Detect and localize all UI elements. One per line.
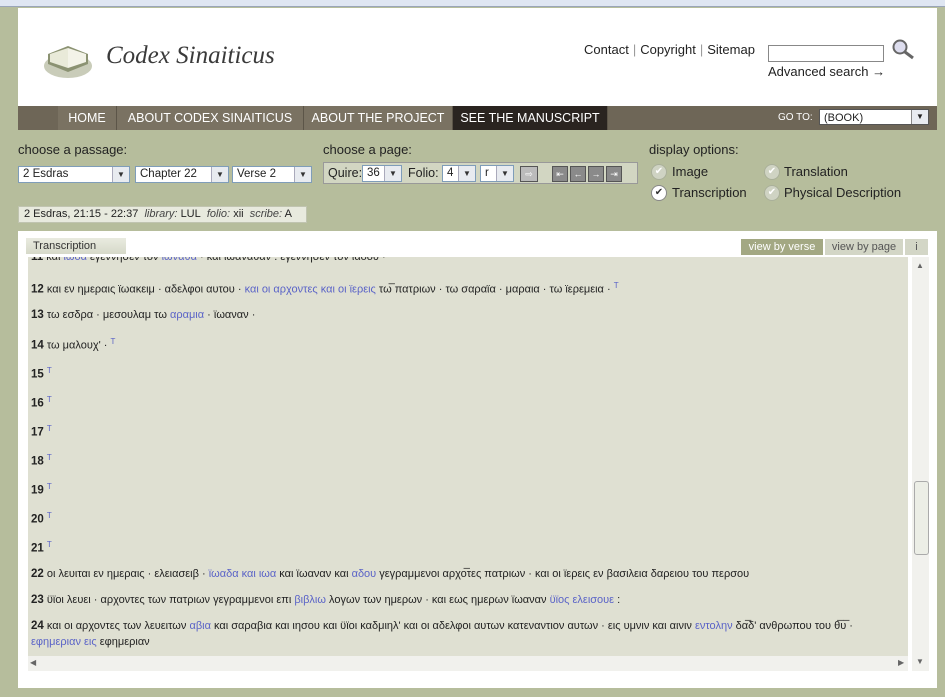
site-header: Codex Sinaiticus Contact | Copyright | Sitem… <box>18 8 937 106</box>
library-label: library: <box>144 208 178 220</box>
chevron-down-icon: ▼ <box>911 110 928 124</box>
chapter-value: Chapter 22 <box>140 168 197 180</box>
site-title[interactable]: Codex Sinaiticus <box>106 42 275 70</box>
page-selector: Quire: 36 ▼ Folio: 4 ▼ r ▼ ⇨ ⇤ ← → ⇥ <box>323 162 638 184</box>
nav-home[interactable]: HOME <box>58 106 117 130</box>
option-translation[interactable]: Translation <box>784 164 848 179</box>
scroll-down-icon[interactable]: ▼ <box>916 657 924 666</box>
main-nav: HOME ABOUT CODEX SINAITICUS ABOUT THE PR… <box>18 106 937 130</box>
library-value: LUL <box>180 208 201 220</box>
option-image[interactable]: Image <box>672 164 708 179</box>
side-value: r <box>485 167 489 179</box>
display-label: display options: <box>649 142 739 157</box>
advanced-search-link[interactable]: Advanced search → <box>768 64 885 79</box>
folio-value: 4 <box>447 167 454 179</box>
quire-select[interactable]: 36 ▼ <box>362 165 402 182</box>
verse-row: 11 και ιωδα εγεννησεν τον ιωναθα · και ι… <box>31 257 386 263</box>
scribe-value: A <box>284 208 292 220</box>
go-button[interactable]: ⇨ <box>520 166 538 182</box>
chevron-down-icon: ▼ <box>112 167 129 182</box>
folio-info-label: folio: <box>206 208 231 220</box>
prev-page-icon[interactable]: ← <box>570 166 586 182</box>
search-icon[interactable] <box>891 38 915 60</box>
panel-title: Transcription <box>26 238 126 254</box>
physical-check-icon[interactable]: ✔ <box>764 185 780 201</box>
image-check-icon[interactable]: ✔ <box>651 164 667 180</box>
verse-row: 20 T <box>31 511 52 526</box>
scroll-right-icon[interactable]: ▶ <box>898 658 904 667</box>
top-links: Contact | Copyright | Sitemap <box>584 42 755 57</box>
chapter-select[interactable]: Chapter 22 ▼ <box>135 166 229 183</box>
chevron-down-icon: ▼ <box>496 166 513 181</box>
nav-see-manuscript[interactable]: SEE THE MANUSCRIPT <box>453 106 608 130</box>
scroll-left-icon[interactable]: ◀ <box>30 658 36 667</box>
verse-row: 21 T <box>31 540 52 555</box>
passage-label: choose a passage: <box>18 142 128 157</box>
scrollbar-thumb[interactable] <box>914 481 929 555</box>
book-value: 2 Esdras <box>23 168 69 180</box>
verse-row: 12 και εν ημεραις ϊωακειμ · αδελφοι αυτο… <box>31 281 619 296</box>
verse-row: 22 οι λευιται εν ημεραις · ελειασειβ · ϊ… <box>31 568 750 580</box>
scribe-label: scribe: <box>249 208 283 220</box>
horizontal-scrollbar[interactable]: ◀ ▶ <box>28 656 908 671</box>
chevron-down-icon: ▼ <box>294 167 311 182</box>
goto-book-select[interactable]: (BOOK) ▼ <box>819 109 929 125</box>
folio-label: Folio: <box>408 166 439 180</box>
vertical-scrollbar[interactable]: ▲ ▼ <box>912 257 929 671</box>
contact-link[interactable]: Contact <box>584 42 629 57</box>
book-logo-icon[interactable] <box>42 36 94 80</box>
nav-about-project[interactable]: ABOUT THE PROJECT <box>304 106 453 130</box>
verse-row: 14 τω μαλουχ' · T <box>31 337 116 352</box>
verse-row: εφημεριαν εις εφημεριαν <box>31 636 150 648</box>
page-label: choose a page: <box>323 142 412 157</box>
verse-select[interactable]: Verse 2 ▼ <box>232 166 312 183</box>
location-info: 2 Esdras, 21:15 - 22:37 library: LUL fol… <box>18 206 307 223</box>
transcription-check-icon[interactable]: ✔ <box>651 185 667 201</box>
book-select[interactable]: 2 Esdras ▼ <box>18 166 130 183</box>
verse-row: 16 T <box>31 395 52 410</box>
side-select[interactable]: r ▼ <box>480 165 514 182</box>
chevron-down-icon: ▼ <box>384 166 401 181</box>
window-top-border <box>0 0 945 7</box>
next-page-icon[interactable]: → <box>588 166 604 182</box>
view-by-verse-tab[interactable]: view by verse <box>741 239 823 255</box>
footer-bar <box>0 688 945 697</box>
copyright-link[interactable]: Copyright <box>640 42 696 57</box>
view-by-page-tab[interactable]: view by page <box>825 239 903 255</box>
quire-label: Quire: <box>328 166 363 180</box>
folio-info-value: xii <box>233 208 244 220</box>
verse-row: 13 τω εσδρα · μεσουλαμ τω αραμια · ϊωανα… <box>31 309 256 321</box>
search-input[interactable] <box>768 45 884 62</box>
transcription-panel: Transcription view by verse view by page… <box>18 231 937 695</box>
translation-check-icon[interactable]: ✔ <box>764 164 780 180</box>
goto-value: (BOOK) <box>824 112 864 124</box>
info-tab[interactable]: i <box>905 239 928 255</box>
verse-row: 18 T <box>31 453 52 468</box>
nav-about-codex[interactable]: ABOUT CODEX SINAITICUS <box>117 106 304 130</box>
chevron-down-icon: ▼ <box>211 167 228 182</box>
verse-row: 23 ϋϊοι λευει · αρχοντες των πατριων γεγ… <box>31 594 621 606</box>
folio-select[interactable]: 4 ▼ <box>442 165 476 182</box>
option-physical-description[interactable]: Physical Description <box>784 185 901 200</box>
verse-row: 15 T <box>31 366 52 381</box>
verse-row: 19 T <box>31 482 52 497</box>
verse-row: 17 T <box>31 424 52 439</box>
passage-reference: 2 Esdras, 21:15 - 22:37 <box>24 208 139 220</box>
first-page-icon[interactable]: ⇤ <box>552 166 568 182</box>
scroll-up-icon[interactable]: ▲ <box>916 261 924 270</box>
quire-value: 36 <box>367 167 380 179</box>
sitemap-link[interactable]: Sitemap <box>707 42 755 57</box>
chevron-down-icon: ▼ <box>458 166 475 181</box>
verse-value: Verse 2 <box>237 168 276 180</box>
goto-label: GO TO: <box>778 112 813 123</box>
option-transcription[interactable]: Transcription <box>672 185 747 200</box>
last-page-icon[interactable]: ⇥ <box>606 166 622 182</box>
verse-list: 11 και ιωδα εγεννησεν τον ιωναθα · και ι… <box>28 257 908 671</box>
verse-row: 24 και οι αρχοντες των λευειτων αβια και… <box>31 620 853 632</box>
